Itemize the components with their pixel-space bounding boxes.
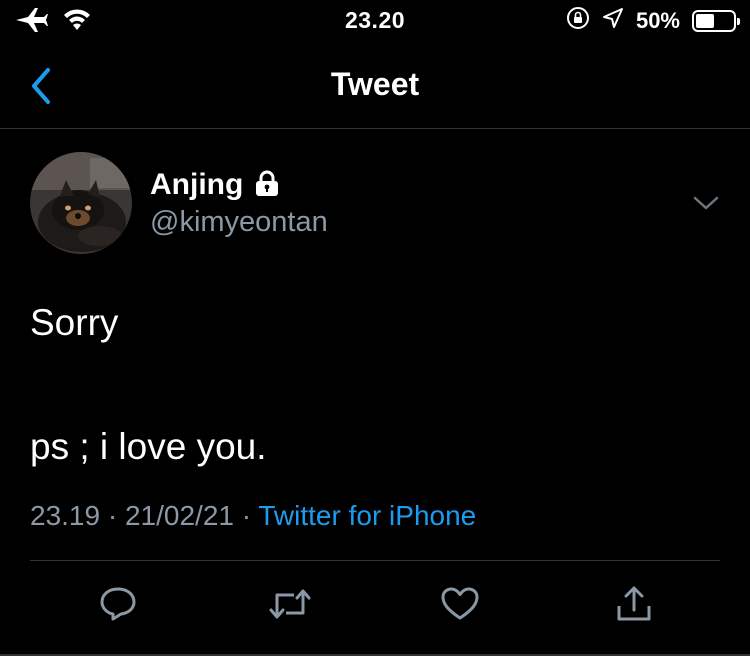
tweet-meta: 23.19 · 21/02/21 · Twitter for iPhone bbox=[30, 500, 476, 532]
tweet-time: 23.19 bbox=[30, 500, 101, 531]
like-button[interactable] bbox=[438, 584, 482, 624]
dog-photo bbox=[30, 152, 132, 254]
tweet-text: Sorry ps ; i love you. bbox=[30, 302, 267, 467]
back-button[interactable] bbox=[24, 64, 64, 108]
share-icon bbox=[617, 586, 651, 621]
lock-icon bbox=[253, 169, 281, 202]
page-title: Tweet bbox=[330, 66, 420, 102]
tweet-source-link[interactable]: Twitter for iPhone bbox=[258, 500, 476, 531]
user-name-row: Anjing bbox=[150, 168, 281, 202]
reply-icon bbox=[100, 587, 136, 621]
meta-separator: · bbox=[107, 500, 118, 531]
divider bbox=[30, 560, 720, 561]
battery-nub bbox=[737, 17, 740, 25]
tweet-date: 21/02/21 bbox=[124, 500, 234, 531]
user-handle[interactable]: @kimyeontan bbox=[150, 206, 328, 239]
navigation-bar: Tweet bbox=[0, 42, 750, 129]
meta-separator: · bbox=[241, 500, 252, 531]
display-name[interactable]: Anjing bbox=[150, 168, 243, 202]
share-button[interactable] bbox=[612, 584, 656, 624]
status-bar: 23.20 50% bbox=[0, 0, 750, 42]
avatar[interactable] bbox=[30, 152, 132, 254]
action-bar bbox=[0, 576, 750, 632]
battery-fill bbox=[696, 13, 714, 28]
heart-icon bbox=[441, 587, 479, 620]
location-arrow-icon bbox=[602, 7, 624, 34]
rotation-lock-icon bbox=[566, 6, 590, 35]
chevron-left-icon bbox=[32, 68, 50, 104]
retweet-button[interactable] bbox=[268, 584, 312, 624]
battery-icon bbox=[692, 9, 740, 32]
reply-button[interactable] bbox=[96, 584, 140, 624]
chevron-down-icon bbox=[693, 196, 719, 210]
battery-percentage: 50% bbox=[635, 7, 680, 33]
retweet-icon bbox=[269, 589, 311, 619]
status-right: 50% bbox=[566, 6, 740, 35]
more-options-button[interactable] bbox=[692, 192, 720, 214]
